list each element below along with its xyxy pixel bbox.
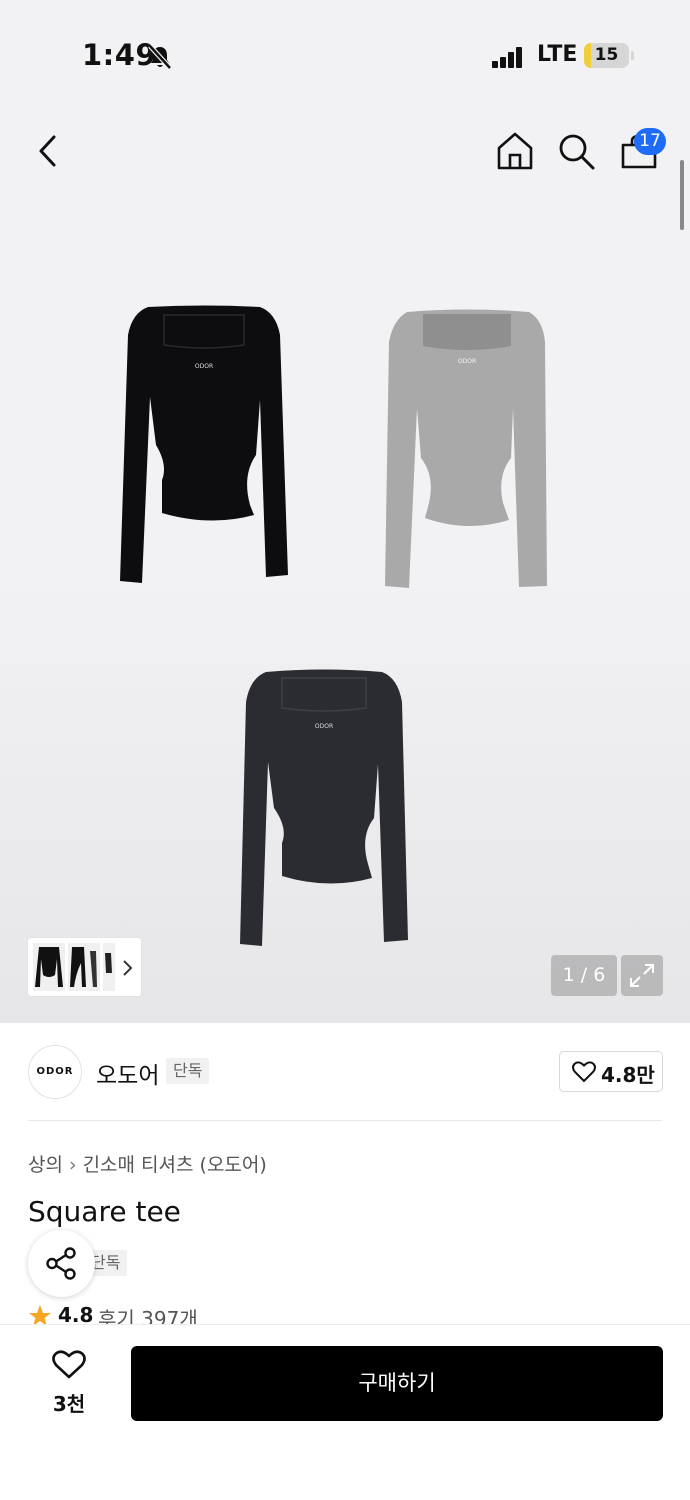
battery-tip — [631, 51, 634, 60]
brand-like-button[interactable]: 4.8만 — [559, 1051, 663, 1092]
product-title: Square tee — [28, 1195, 181, 1228]
share-icon — [46, 1247, 76, 1280]
wishlist-button[interactable]: 3천 — [38, 1346, 100, 1416]
product-image-gallery[interactable]: 1:49 LTE 15 17 ODOR ODOR ODOR 1 / 6 — [0, 0, 690, 1023]
battery-level: 15 — [594, 45, 619, 65]
product-image-black-tee: ODOR — [120, 305, 288, 583]
rating-row[interactable]: 4.8 후기 397개 — [28, 1302, 328, 1324]
breadcrumb-category[interactable]: 상의 — [28, 1154, 63, 1176]
heart-icon — [52, 1350, 86, 1379]
buy-button[interactable]: 구매하기 — [131, 1346, 663, 1421]
home-icon[interactable] — [496, 131, 534, 171]
breadcrumb-separator-icon: › — [68, 1154, 77, 1176]
wishlist-count: 3천 — [52, 1392, 86, 1416]
breadcrumb: 상의 › 긴소매 티셔츠 (오도어) — [28, 1150, 267, 1177]
star-icon — [29, 1305, 51, 1324]
rating-value: 4.8 — [58, 1303, 94, 1324]
battery-icon: 15 — [584, 43, 629, 68]
thumbnail-2[interactable] — [68, 943, 100, 991]
brand-name[interactable]: 오도어 — [96, 1056, 159, 1090]
heart-icon — [572, 1061, 596, 1083]
cellular-signal-icon — [492, 46, 524, 68]
back-icon[interactable] — [36, 134, 60, 168]
expand-button[interactable] — [621, 955, 663, 996]
bell-muted-icon — [148, 44, 172, 70]
divider — [28, 1120, 662, 1121]
cart-count-badge: 17 — [634, 128, 666, 155]
exclusive-badge: 단독 — [166, 1058, 210, 1084]
garment-logo: ODOR — [315, 723, 333, 730]
brand-like-count: 4.8만 — [601, 1063, 655, 1087]
network-type: LTE — [537, 42, 578, 67]
chevron-right-icon[interactable] — [120, 959, 134, 977]
thumbnail-3[interactable] — [103, 943, 115, 991]
garment-logo: ODOR — [195, 363, 213, 370]
breadcrumb-subcategory[interactable]: 긴소매 티셔츠 (오도어) — [83, 1154, 267, 1176]
scrollbar[interactable] — [680, 160, 684, 230]
search-icon[interactable] — [558, 133, 596, 171]
status-time: 1:49 — [82, 38, 157, 72]
thumbnail-1[interactable] — [33, 943, 65, 991]
image-counter: 1 / 6 — [551, 955, 617, 996]
share-button[interactable] — [28, 1230, 95, 1297]
expand-icon — [630, 964, 654, 987]
product-image-grey-tee: ODOR — [385, 309, 547, 588]
brand-logo[interactable]: ODOR — [28, 1045, 82, 1099]
review-count[interactable]: 후기 397개 — [98, 1303, 198, 1324]
garment-logo: ODOR — [458, 358, 476, 365]
product-image-charcoal-tee: ODOR — [240, 669, 408, 946]
product-page: 1:49 LTE 15 17 ODOR ODOR ODOR 1 / 6 ODOR… — [0, 0, 690, 1500]
